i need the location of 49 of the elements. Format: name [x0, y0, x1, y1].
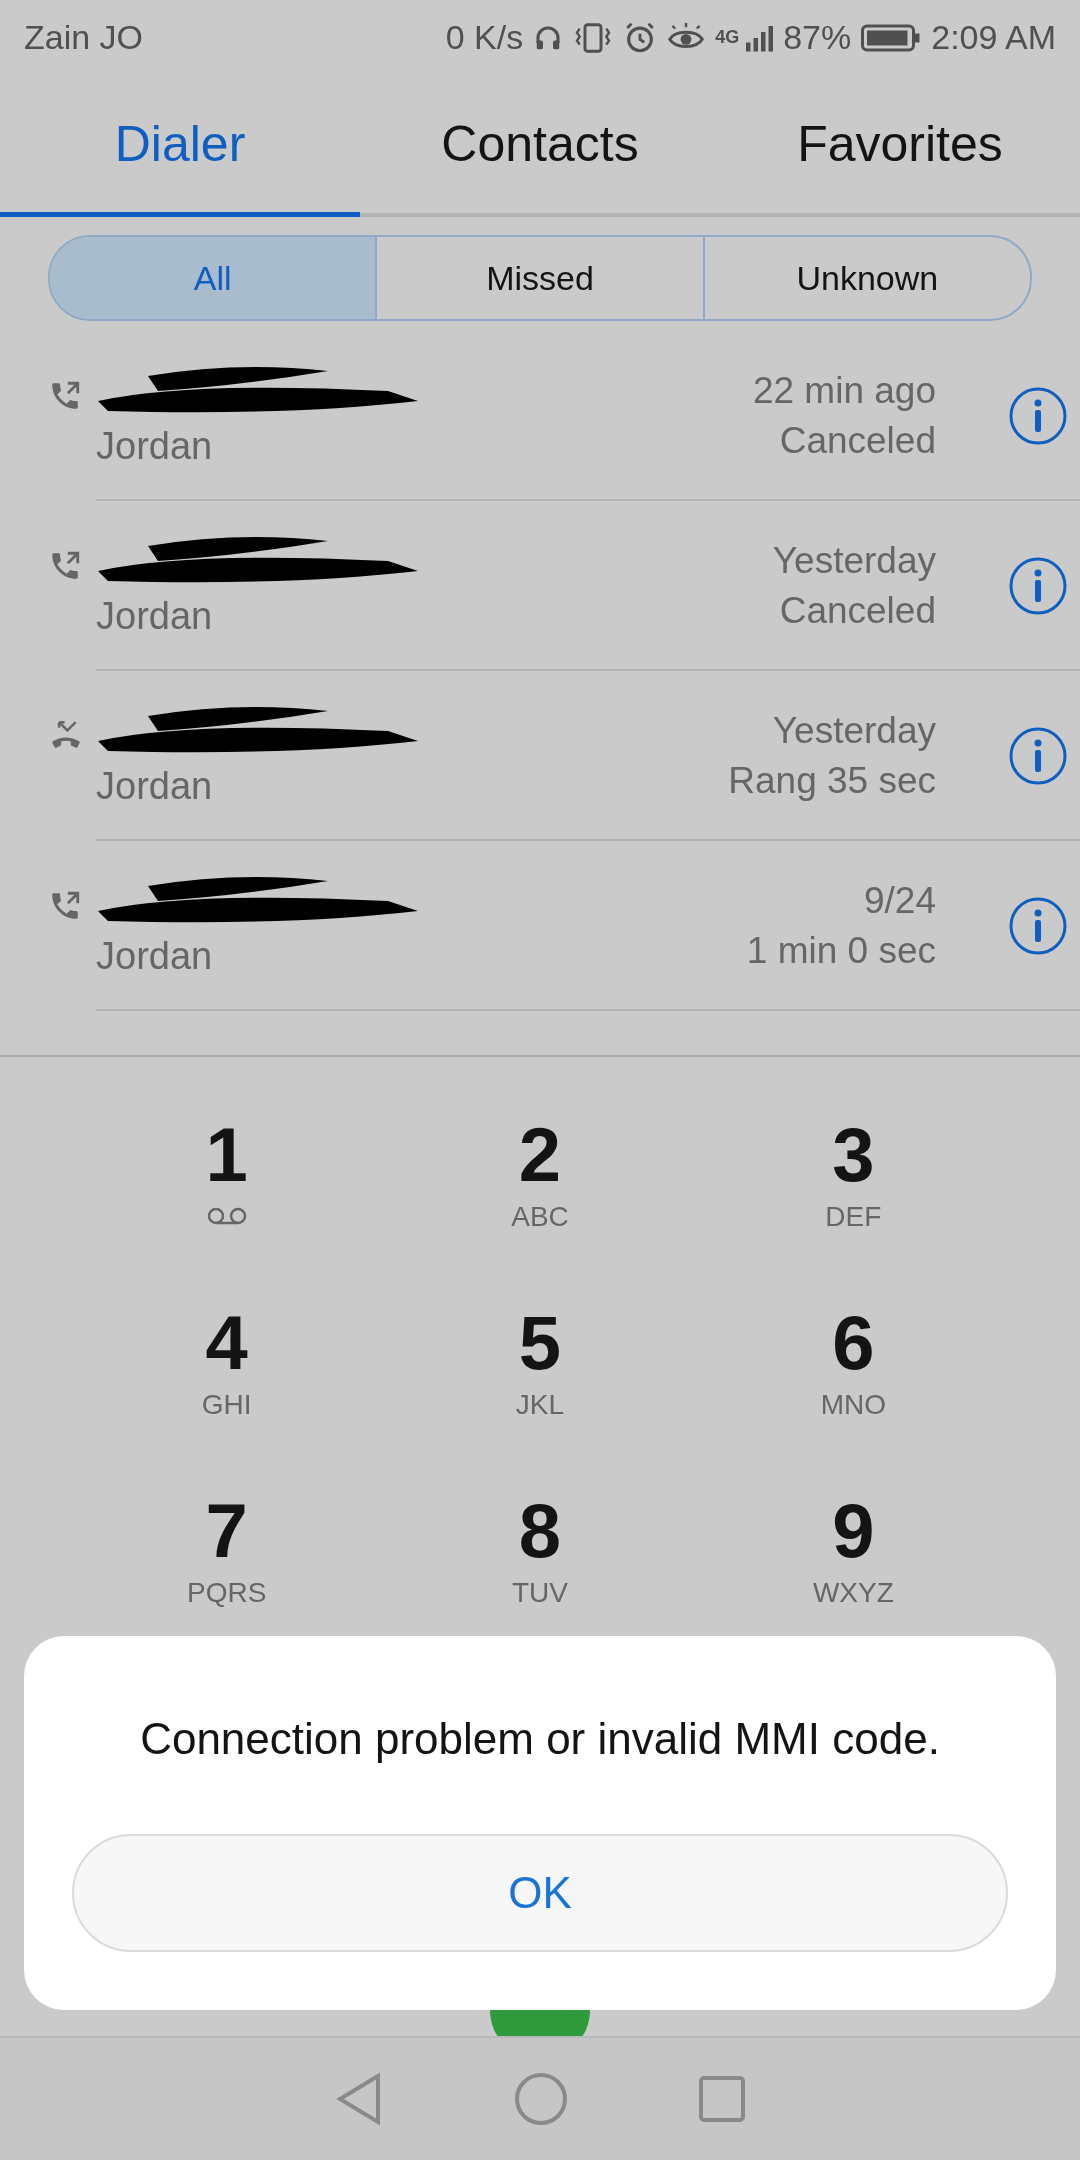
home-icon[interactable]	[514, 2072, 568, 2126]
keypad-letters: MNO	[820, 1388, 886, 1422]
keypad-digit[interactable]: 1	[205, 1117, 248, 1193]
keypad-digit[interactable]: 6	[832, 1305, 875, 1381]
keypad-letters: TUV	[512, 1576, 568, 1610]
carrier-name: Zain JO	[24, 18, 144, 57]
keypad-digit[interactable]: 4	[205, 1305, 248, 1381]
battery-icon	[861, 22, 922, 53]
call-status: Rang 35 sec	[728, 760, 936, 802]
call-location: Jordan	[96, 934, 213, 978]
clock-time: 2:09 AM	[931, 18, 1056, 57]
call-status: Canceled	[779, 420, 936, 462]
info-icon[interactable]	[1008, 556, 1068, 616]
network-type: 4G	[715, 27, 740, 48]
keypad-digit[interactable]: 3	[832, 1117, 875, 1193]
call-time: Yesterday	[772, 540, 936, 582]
tab[interactable]: Dialer	[0, 75, 360, 217]
keypad-letters: JKL	[515, 1388, 565, 1422]
keypad-digit[interactable]: 2	[518, 1117, 562, 1193]
ok-button[interactable]: OK	[72, 1834, 1008, 1952]
call-location: Jordan	[96, 764, 213, 808]
call-location: Jordan	[96, 424, 213, 468]
call-time: 9/24	[864, 880, 936, 922]
call-status: 1 min 0 sec	[746, 930, 936, 972]
call-time: 22 min ago	[752, 370, 936, 412]
recents-icon[interactable]	[698, 2075, 746, 2123]
keypad-letters: DEF	[825, 1200, 882, 1234]
keypad-letters: WXYZ	[812, 1576, 894, 1610]
keypad-digit[interactable]: 7	[205, 1493, 248, 1569]
dialog-message: Connection problem or invalid MMI code.	[140, 1714, 940, 1764]
keypad-letters: PQRS	[187, 1576, 267, 1610]
keypad-digit[interactable]: 5	[518, 1305, 562, 1381]
info-icon[interactable]	[1008, 726, 1068, 786]
info-icon[interactable]	[1008, 896, 1068, 956]
keypad-letters: ABC	[511, 1200, 569, 1234]
call-time: Yesterday	[772, 710, 936, 752]
voicemail-icon	[205, 1206, 248, 1226]
tab[interactable]: Contacts	[360, 75, 720, 217]
keypad-digit[interactable]: 9	[832, 1493, 875, 1569]
call-location: Jordan	[96, 594, 213, 638]
filter-tab[interactable]: Unknown	[702, 237, 1030, 319]
keypad-digit[interactable]: 8	[518, 1493, 562, 1569]
tab[interactable]: Favorites	[720, 75, 1080, 217]
keypad-letters: GHI	[201, 1388, 252, 1422]
battery-percent: 87%	[783, 18, 852, 57]
filter-tab[interactable]: Missed	[375, 237, 703, 319]
call-status: Canceled	[779, 590, 936, 632]
info-icon[interactable]	[1008, 386, 1068, 446]
network-speed: 0 K/s	[445, 18, 524, 57]
